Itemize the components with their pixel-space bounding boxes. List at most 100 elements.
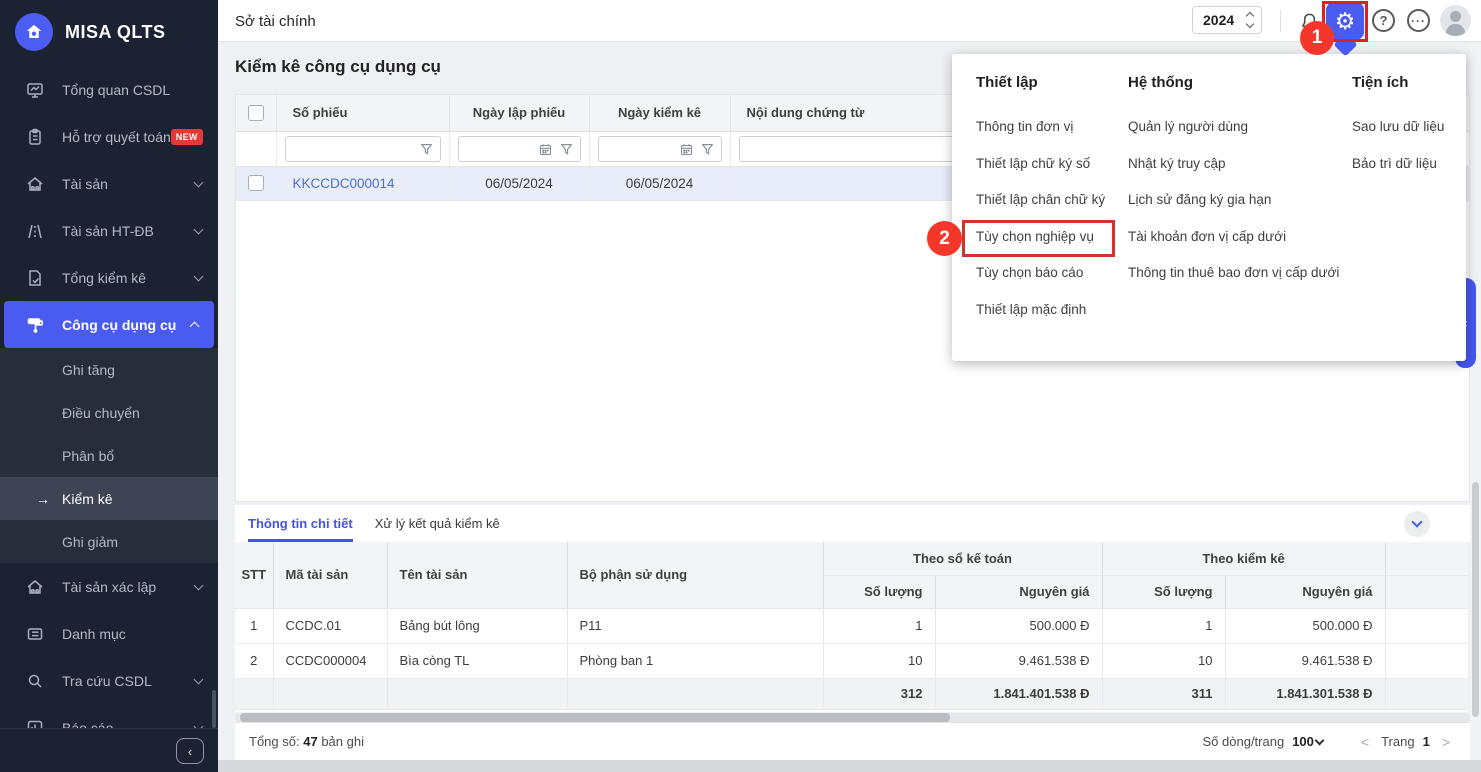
tab-thong-tin-chi-tiet[interactable]: Thông tin chi tiết [248, 505, 353, 542]
chevron-up-icon [190, 322, 200, 332]
settings-menu: Thiết lập Thông tin đơn vị Thiết lập chữ… [952, 54, 1466, 361]
menu-item-sao-luu-du-lieu[interactable]: Sao lưu dữ liệu [1352, 109, 1444, 146]
column-header: Tên tài sản [387, 542, 567, 608]
year-spinner-icon[interactable] [1247, 13, 1253, 27]
chevron-down-icon [194, 271, 204, 281]
menu-item-quan-ly-nguoi-dung[interactable]: Quản lý người dùng [1128, 109, 1339, 146]
cell-ngay-kiem-ke: 06/05/2024 [589, 166, 730, 200]
menu-item-thiet-lap-mac-dinh[interactable]: Thiết lập mặc định [976, 292, 1105, 329]
menu-item-thiet-lap-chu-ky-so[interactable]: Thiết lập chữ ký số [976, 146, 1105, 183]
menu-item-bao-tri-du-lieu[interactable]: Bảo trì dữ liệu [1352, 146, 1444, 183]
sidebar-item-tai-san-xac-lap[interactable]: Tài sản xác lập [0, 563, 218, 610]
sidebar-subitem-dieu-chuyen[interactable]: Điều chuyển [0, 391, 218, 434]
year-selector[interactable]: 2024 [1192, 6, 1262, 34]
sidebar-collapse-button[interactable]: ‹ [176, 738, 204, 764]
chevron-down-icon [1314, 735, 1324, 745]
prev-page-button[interactable]: < [1357, 734, 1373, 750]
road-icon [24, 221, 46, 241]
app-logo[interactable]: MISA QLTS [0, 0, 218, 64]
help-button[interactable]: ? [1372, 9, 1395, 32]
breadcrumb: Sở tài chính [235, 0, 316, 42]
chevron-down-icon [194, 674, 204, 684]
sidebar-subitem-ghi-giam[interactable]: Ghi giảm [0, 520, 218, 563]
collapse-detail-button[interactable] [1404, 511, 1430, 537]
search-icon [24, 671, 46, 691]
column-header: Số lượng [823, 575, 935, 608]
detail-panel: STT Mã tài sản Tên tài sản Bộ phận sử dụ… [235, 542, 1468, 712]
menu-item-lich-su-dang-ky[interactable]: Lịch sử đăng ký gia hạn [1128, 182, 1339, 219]
horizontal-scrollbar-thumb[interactable] [240, 713, 950, 722]
funnel-icon[interactable] [701, 143, 714, 156]
calendar-icon[interactable] [680, 143, 693, 156]
sidebar-item-tong-quan-csdl[interactable]: Tổng quan CSDL [0, 66, 218, 113]
sidebar-item-tong-kiem-ke[interactable]: Tổng kiểm kê [0, 254, 218, 301]
filter-so-phieu [285, 136, 441, 162]
menu-section-title: Hệ thống [1128, 74, 1193, 91]
menu-item-tai-khoan-cap-duoi[interactable]: Tài khoản đơn vị cấp dưới [1128, 219, 1339, 256]
row-checkbox[interactable] [248, 175, 264, 191]
record-count-value: 47 [303, 734, 317, 749]
menu-item-thue-bao-cap-duoi[interactable]: Thông tin thuê bao đơn vị cấp dưới [1128, 255, 1339, 292]
total-so-luong-ke-toan: 312 [823, 678, 935, 709]
sidebar-submenu-cong-cu-dung-cu: Ghi tăng Điều chuyển Phân bổ → Kiểm kê G… [0, 348, 218, 563]
more-button[interactable]: ··· [1407, 9, 1430, 32]
menu-item-tuy-chon-nghiep-vu[interactable]: Tùy chọn nghiệp vụ [976, 219, 1105, 256]
sidebar-item-ho-tro-quyet-toan[interactable]: Hỗ trợ quyết toán NEW [0, 113, 218, 160]
new-badge: NEW [171, 129, 203, 145]
sidebar-subitem-kiem-ke[interactable]: → Kiểm kê [0, 477, 218, 520]
topbar: Sở tài chính 2024 ⚙ ? ··· [218, 0, 1481, 42]
voucher-link[interactable]: KKCCDC000014 [276, 166, 449, 200]
horizontal-scrollbar[interactable] [235, 713, 1470, 722]
sidebar-subitem-ghi-tang[interactable]: Ghi tăng [0, 348, 218, 391]
detail-group-header-row: STT Mã tài sản Tên tài sản Bộ phận sử dụ… [235, 542, 1468, 575]
app-title: MISA QLTS [65, 22, 166, 43]
menu-section-title: Tiện ích [1352, 74, 1408, 91]
header-checkbox-cell [236, 95, 276, 131]
select-all-checkbox[interactable] [248, 105, 264, 121]
menu-item-thiet-lap-chan-chu-ky[interactable]: Thiết lập chân chữ ký [976, 182, 1105, 219]
menu-section-title: Thiết lập [976, 74, 1038, 91]
column-header[interactable]: Ngày lập phiếu [449, 95, 589, 131]
chevron-down-icon [194, 177, 204, 187]
menu-item-thong-tin-don-vi[interactable]: Thông tin đơn vị [976, 109, 1105, 146]
cell-ngay-lap: 06/05/2024 [449, 166, 589, 200]
table-row: 2 CCDC000004 Bìa còng TL Phòng ban 1 10 … [235, 643, 1468, 678]
column-header: Mã tài sản [273, 542, 387, 608]
sidebar-item-tai-san-ht-db[interactable]: Tài sản HT-ĐB [0, 207, 218, 254]
filter-ngay-kiem-ke [598, 136, 722, 162]
vertical-scrollbar-thumb[interactable] [1472, 482, 1479, 717]
sidebar-item-cong-cu-dung-cu[interactable]: Công cụ dụng cụ [4, 301, 214, 348]
funnel-icon[interactable] [420, 143, 433, 156]
sidebar-item-danh-muc[interactable]: Danh mục [0, 610, 218, 657]
notifications-button[interactable] [1297, 9, 1321, 33]
table-row: 1 CCDC.01 Bảng bút lông P11 1 500.000 Đ … [235, 608, 1468, 643]
misa-logo-icon [15, 13, 53, 51]
page-title: Kiểm kê công cụ dụng cụ [235, 57, 441, 77]
sidebar-item-tai-san[interactable]: Tài sản [0, 160, 218, 207]
person-icon [1450, 11, 1461, 22]
funnel-icon[interactable] [560, 143, 573, 156]
year-value: 2024 [1203, 12, 1234, 28]
sidebar: MISA QLTS Tổng quan CSDL Hỗ trợ quyết to… [0, 0, 218, 772]
filter-ngay-kiem-ke-input[interactable] [603, 137, 676, 161]
column-header: Số lượng [1385, 575, 1468, 608]
sidebar-item-tra-cuu-csdl[interactable]: Tra cứu CSDL [0, 657, 218, 704]
vertical-scrollbar[interactable] [1470, 42, 1481, 760]
asset-icon [24, 174, 46, 194]
total-so-luong-kiem-ke: 311 [1102, 678, 1225, 709]
user-avatar[interactable] [1440, 5, 1471, 36]
sidebar-scrollbar[interactable] [212, 690, 216, 728]
rows-per-page-select[interactable]: 100 [1292, 734, 1323, 749]
list-icon [24, 624, 46, 644]
column-header[interactable]: Số phiếu [276, 95, 449, 131]
sidebar-subitem-phan-bo[interactable]: Phân bổ [0, 434, 218, 477]
filter-so-phieu-input[interactable] [290, 137, 382, 161]
next-page-button[interactable]: > [1438, 734, 1454, 750]
tab-xu-ly-ket-qua[interactable]: Xử lý kết quả kiểm kê [375, 505, 500, 542]
filter-ngay-lap-input[interactable] [463, 137, 536, 161]
column-header[interactable]: Ngày kiểm kê [589, 95, 730, 131]
gear-icon: ⚙ [1335, 8, 1356, 35]
calendar-icon[interactable] [539, 143, 552, 156]
menu-item-nhat-ky-truy-cap[interactable]: Nhật ký truy cập [1128, 146, 1339, 183]
menu-item-tuy-chon-bao-cao[interactable]: Tùy chọn báo cáo [976, 255, 1105, 292]
